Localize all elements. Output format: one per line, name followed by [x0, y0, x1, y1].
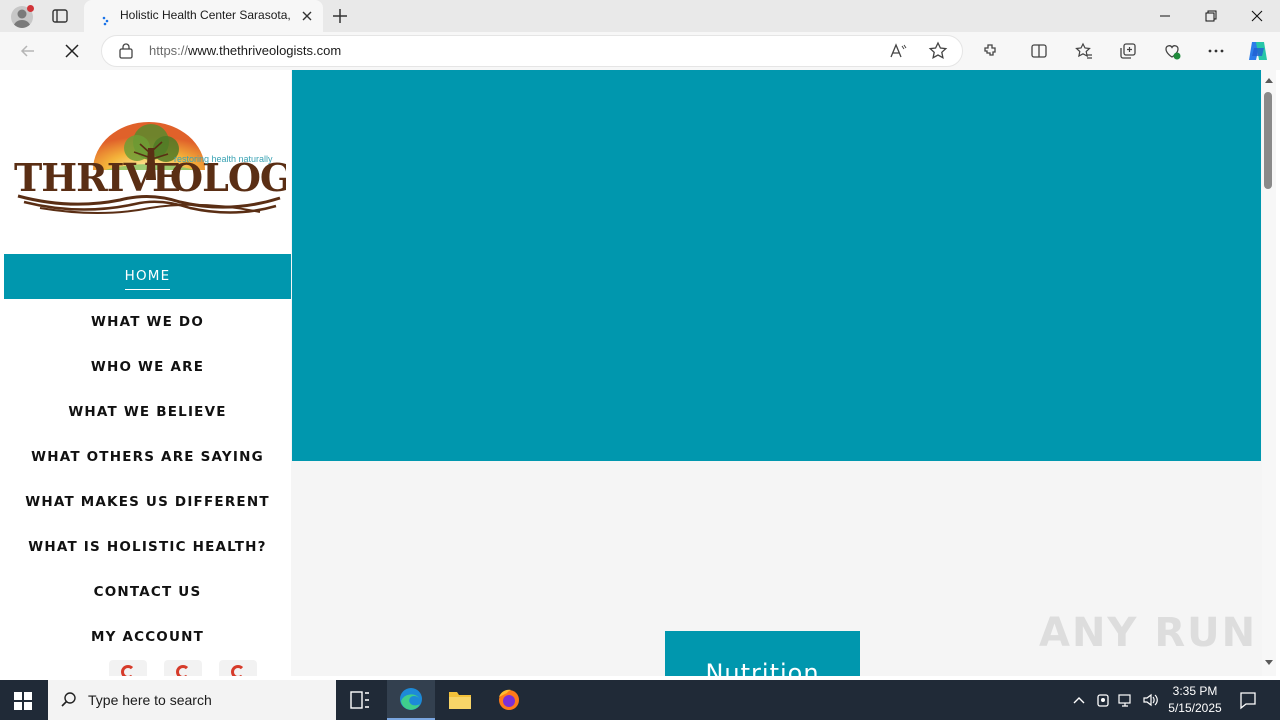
copilot-icon[interactable]	[1246, 39, 1270, 63]
url-text[interactable]: https://www.thethriveologists.com	[149, 43, 341, 58]
new-tab-icon[interactable]	[331, 7, 349, 25]
social-google-icon-2[interactable]	[164, 660, 202, 676]
nav-what-we-believe[interactable]: WHAT WE BELIEVE	[4, 389, 291, 434]
hero-banner	[292, 70, 1261, 461]
nav-what-others-are-saying[interactable]: WHAT OTHERS ARE SAYING	[4, 434, 291, 479]
scroll-down-arrow-icon[interactable]	[1265, 660, 1273, 665]
clock-date: 5/15/2025	[1168, 701, 1222, 715]
nutrition-card[interactable]: Nutrition	[665, 631, 860, 676]
back-arrow-icon[interactable]	[18, 41, 38, 61]
meet-now-icon[interactable]	[1094, 691, 1112, 709]
firefox-icon[interactable]	[485, 680, 533, 720]
nav-what-is-holistic-health[interactable]: WHAT IS HOLISTIC HEALTH?	[4, 524, 291, 569]
nav-home-label: HOME	[124, 268, 171, 290]
url-protocol: https://	[149, 43, 189, 58]
clock-time: 3:35 PM	[1172, 684, 1218, 698]
nav-what-we-do[interactable]: WHAT WE DO	[4, 299, 291, 344]
notification-dot	[27, 5, 34, 12]
minimize-icon[interactable]	[1155, 6, 1175, 26]
favorites-icon[interactable]	[1074, 41, 1094, 61]
nav-contact-us[interactable]: CONTACT US	[4, 569, 291, 614]
show-hidden-icons-icon[interactable]	[1070, 691, 1088, 709]
edge-taskbar-icon[interactable]	[387, 680, 435, 720]
split-screen-icon[interactable]	[1029, 41, 1049, 61]
logo-tagline: restoring health naturally	[174, 154, 273, 164]
collections-icon[interactable]	[1118, 41, 1138, 61]
network-icon[interactable]	[1117, 691, 1135, 709]
nav-what-makes-us-different[interactable]: WHAT MAKES US DIFFERENT	[4, 479, 291, 524]
close-window-icon[interactable]	[1247, 6, 1267, 26]
read-aloud-icon[interactable]	[888, 41, 908, 61]
nutrition-card-title: Nutrition	[705, 659, 820, 676]
loading-favicon-icon	[102, 11, 112, 26]
tab-title: Holistic Health Center Sarasota, F	[120, 8, 295, 22]
taskbar-search-placeholder: Type here to search	[88, 692, 212, 708]
more-options-icon[interactable]	[1206, 41, 1226, 61]
lock-icon[interactable]	[118, 42, 134, 60]
page-scrollbar[interactable]	[1262, 70, 1276, 676]
sidebar: THRIVE OLOGY restoring health naturally …	[4, 70, 320, 676]
restore-icon[interactable]	[1201, 6, 1221, 26]
url-host: www.thethriveologists.com	[188, 43, 342, 58]
browser-essentials-icon[interactable]	[1162, 41, 1182, 61]
anyrun-watermark: ANY RUN	[1039, 610, 1258, 656]
extensions-icon[interactable]	[981, 41, 1001, 61]
social-google-icon-3[interactable]	[219, 660, 257, 676]
browser-toolbar: https://www.thethriveologists.com	[0, 32, 1280, 70]
volume-icon[interactable]	[1141, 691, 1159, 709]
tab-actions-icon[interactable]	[51, 7, 69, 25]
thriveology-logo[interactable]: THRIVE OLOGY restoring health naturally	[10, 118, 320, 218]
windows-taskbar: Type here to search 3:35 PM 5/15/2025	[0, 680, 1280, 720]
page-viewport: THRIVE OLOGY restoring health naturally …	[4, 70, 1262, 676]
nav-my-account[interactable]: MY ACCOUNT	[4, 614, 291, 659]
close-tab-icon[interactable]	[299, 8, 315, 24]
stop-loading-icon[interactable]	[62, 41, 82, 61]
search-icon	[60, 691, 78, 709]
windows-start-icon[interactable]	[14, 692, 32, 710]
favorite-star-icon[interactable]	[928, 41, 948, 61]
scroll-thumb[interactable]	[1264, 92, 1272, 189]
taskbar-clock[interactable]: 3:35 PM 5/15/2025	[1160, 683, 1230, 717]
tab-strip: Holistic Health Center Sarasota, F	[0, 0, 1280, 32]
social-google-icon[interactable]	[109, 660, 147, 676]
task-view-icon[interactable]	[336, 680, 384, 720]
notification-center-icon[interactable]	[1238, 690, 1258, 710]
file-explorer-icon[interactable]	[436, 680, 484, 720]
logo-wordmark-left: THRIVE	[14, 155, 180, 200]
nav-home[interactable]: HOME	[4, 254, 291, 299]
nav-who-we-are[interactable]: WHO WE ARE	[4, 344, 291, 389]
scroll-up-arrow-icon[interactable]	[1265, 78, 1273, 83]
